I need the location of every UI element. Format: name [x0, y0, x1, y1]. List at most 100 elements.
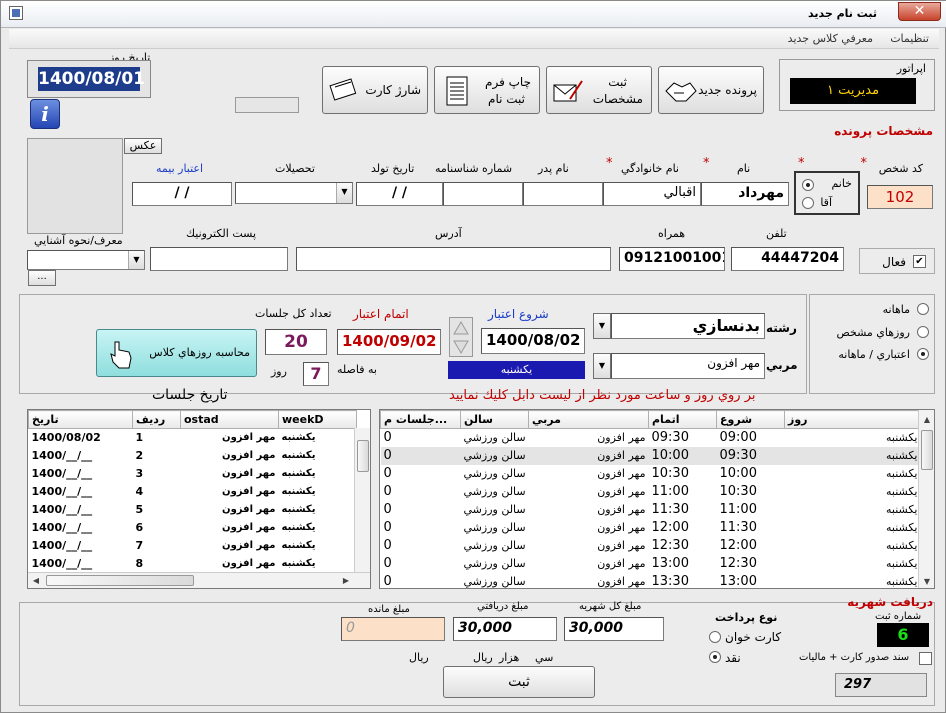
scroll-left-icon[interactable]: ◀	[28, 573, 44, 588]
schedule-row[interactable]: 0 سالن ورزشي مهر افزون 11:30 11:00 يكشنبه	[381, 501, 921, 519]
referrer-more-button[interactable]: ...	[28, 270, 56, 286]
schedule-header[interactable]: سالن	[460, 410, 529, 429]
mobile-input[interactable]: 091210010010	[619, 247, 725, 271]
plan-days-radio[interactable]	[917, 326, 929, 338]
gender-female-radio[interactable]	[802, 179, 814, 191]
sessions-vscroll-thumb[interactable]	[357, 440, 369, 472]
sessions-row[interactable]: 1400/__/__ 2 مهر افزون يكشنبه	[29, 447, 357, 465]
discipline-value[interactable]: بدنسازي	[611, 313, 765, 339]
schedule-vscroll[interactable]: ▲ ▼	[918, 410, 934, 588]
sessions-row[interactable]: 1400/__/__ 4 مهر افزون يكشنبه	[29, 483, 357, 501]
sessions-header[interactable]: ostad	[180, 410, 279, 429]
gender-required: *	[798, 156, 805, 171]
pay-cash-radio[interactable]	[709, 651, 721, 663]
gender-female-label: خانم	[831, 177, 852, 190]
schedule-row[interactable]: 0 سالن ورزشي مهر افزون 10:00 09:30 يكشنبه	[380, 446, 921, 465]
schedule-row[interactable]: 0 سالن ورزشي مهر افزون 13:00 12:30 يكشنبه	[381, 555, 921, 573]
scroll-down-icon[interactable]: ▼	[919, 574, 934, 588]
schedule-header[interactable]: اتمام	[648, 410, 717, 429]
schedule-row[interactable]: 0 سالن ورزشي مهر افزون 12:30 12:00 يكشنبه	[381, 537, 921, 555]
address-input[interactable]	[296, 247, 611, 271]
gender-male-radio[interactable]	[802, 197, 814, 209]
sessions-header[interactable]: تاريخ	[28, 410, 133, 429]
sessions-row[interactable]: 1400/__/__ 3 مهر افزون يكشنبه	[29, 465, 357, 483]
info-icon[interactable]: i	[30, 99, 60, 129]
submit-payment-button[interactable]: ثبت	[443, 666, 595, 698]
calc-class-days-button[interactable]: محاسبه روزهاي كلاس	[96, 329, 257, 377]
address-label: آدرس	[435, 227, 462, 240]
sessions-row[interactable]: 1400/__/__ 6 مهر افزون يكشنبه	[29, 519, 357, 537]
charge-card-button[interactable]: شارژ كارت	[322, 66, 428, 114]
education-select[interactable]: ▼	[235, 182, 353, 204]
father-name-input[interactable]	[523, 182, 603, 206]
spin-down-icon[interactable]	[452, 339, 470, 355]
referrer-select[interactable]: ▼	[27, 250, 145, 270]
received-input[interactable]: 30,000	[453, 617, 557, 641]
schedule-cell: 12:30	[651, 538, 689, 553]
app-icon[interactable]	[9, 6, 23, 20]
spin-up-icon[interactable]	[452, 320, 470, 336]
coach-value[interactable]: مهر افزون	[611, 353, 765, 379]
sessions-row[interactable]: 1400/08/02 1 مهر افزون يكشنبه	[29, 429, 357, 447]
schedule-row[interactable]: 0 سالن ورزشي مهر افزون 09:30 09:00 يكشنبه	[381, 429, 921, 447]
date-spinner	[449, 317, 473, 357]
schedule-header[interactable]: جلسات م...	[380, 410, 461, 429]
schedule-header[interactable]: روز	[784, 410, 921, 429]
schedule-header[interactable]: مربي	[528, 410, 649, 429]
schedule-cell: 13:00	[651, 556, 689, 571]
schedule-cell: يكشنبه	[886, 431, 918, 445]
plan-monthly-radio[interactable]	[917, 303, 929, 315]
id-number-input[interactable]	[443, 182, 523, 206]
phone-input[interactable]: 44447204	[731, 247, 844, 271]
birth-date-input[interactable]: / /	[356, 182, 443, 206]
sessions-row[interactable]: 1400/__/__ 8 مهر افزون يكشنبه	[29, 555, 357, 573]
schedule-row[interactable]: 0 سالن ورزشي مهر افزون 12:00 11:30 يكشنبه	[381, 519, 921, 537]
close-button[interactable]: ✕	[898, 2, 941, 21]
print-form-button[interactable]: چاپ فرم ثبت نام	[434, 66, 540, 114]
sessions-count-input[interactable]: 20	[265, 329, 327, 355]
photo-button[interactable]: عكس	[124, 138, 162, 154]
sessions-row[interactable]: 1400/__/__ 5 مهر افزون يكشنبه	[29, 501, 357, 519]
schedule-cell: 0	[383, 556, 392, 571]
person-code-input[interactable]: 102	[867, 185, 933, 209]
email-input[interactable]	[150, 247, 288, 271]
chevron-down-icon[interactable]: ▼	[128, 251, 144, 269]
sessions-cell: 8	[135, 557, 144, 570]
interval-input[interactable]: 7	[303, 362, 329, 386]
sessions-vscroll[interactable]	[354, 428, 370, 574]
menu-new-class[interactable]: معرفي كلاس جديد	[788, 32, 873, 45]
insurance-input[interactable]: / /	[132, 182, 232, 206]
sessions-hscroll-thumb[interactable]	[46, 575, 194, 586]
card-issue-checkbox[interactable]	[919, 652, 932, 665]
photo-frame[interactable]	[27, 138, 123, 234]
sessions-hscroll[interactable]: ◀ ▶	[28, 572, 370, 588]
envelope-pen-icon	[553, 80, 583, 102]
save-specs-button[interactable]: ثبت مشخصات	[546, 66, 652, 114]
sessions-header[interactable]: رديف	[132, 410, 181, 429]
pay-card-radio[interactable]	[709, 631, 721, 643]
sessions-header[interactable]: weekD	[278, 410, 357, 429]
new-file-button[interactable]: پرونده جديد	[658, 66, 764, 114]
scroll-up-icon[interactable]: ▲	[919, 412, 934, 428]
scroll-right-icon[interactable]: ▶	[338, 573, 354, 588]
remaining-input[interactable]: 0	[341, 617, 445, 641]
active-checkbox[interactable]: ✔	[913, 255, 926, 268]
schedule-header[interactable]: شروع	[716, 410, 785, 429]
total-fee-input[interactable]: 30,000	[564, 617, 664, 641]
first-name-input[interactable]: مهرداد	[701, 182, 789, 206]
sessions-cell: مهر افزون	[222, 540, 276, 551]
end-date-input[interactable]: 1400/09/02	[337, 329, 441, 355]
last-name-input[interactable]: اقبالي	[603, 182, 701, 206]
schedule-row[interactable]: 0 سالن ورزشي مهر افزون 11:00 10:30 يكشنبه	[381, 483, 921, 501]
schedule-row[interactable]: 0 سالن ورزشي مهر افزون 13:30 13:00 يكشنبه	[381, 573, 921, 588]
schedule-cell: سالن ورزشي	[463, 521, 526, 534]
start-date-input[interactable]: 1400/08/02	[481, 328, 585, 354]
chevron-down-icon[interactable]: ▼	[336, 183, 352, 203]
chevron-down-icon[interactable]: ▼	[593, 353, 611, 379]
chevron-down-icon[interactable]: ▼	[593, 313, 611, 339]
schedule-vscroll-thumb[interactable]	[921, 430, 933, 470]
schedule-row[interactable]: 0 سالن ورزشي مهر افزون 10:30 10:00 يكشنبه	[381, 465, 921, 483]
sessions-row[interactable]: 1400/__/__ 7 مهر افزون يكشنبه	[29, 537, 357, 555]
menu-settings[interactable]: تنظيمات	[890, 32, 929, 45]
plan-credit-radio[interactable]	[917, 348, 929, 360]
